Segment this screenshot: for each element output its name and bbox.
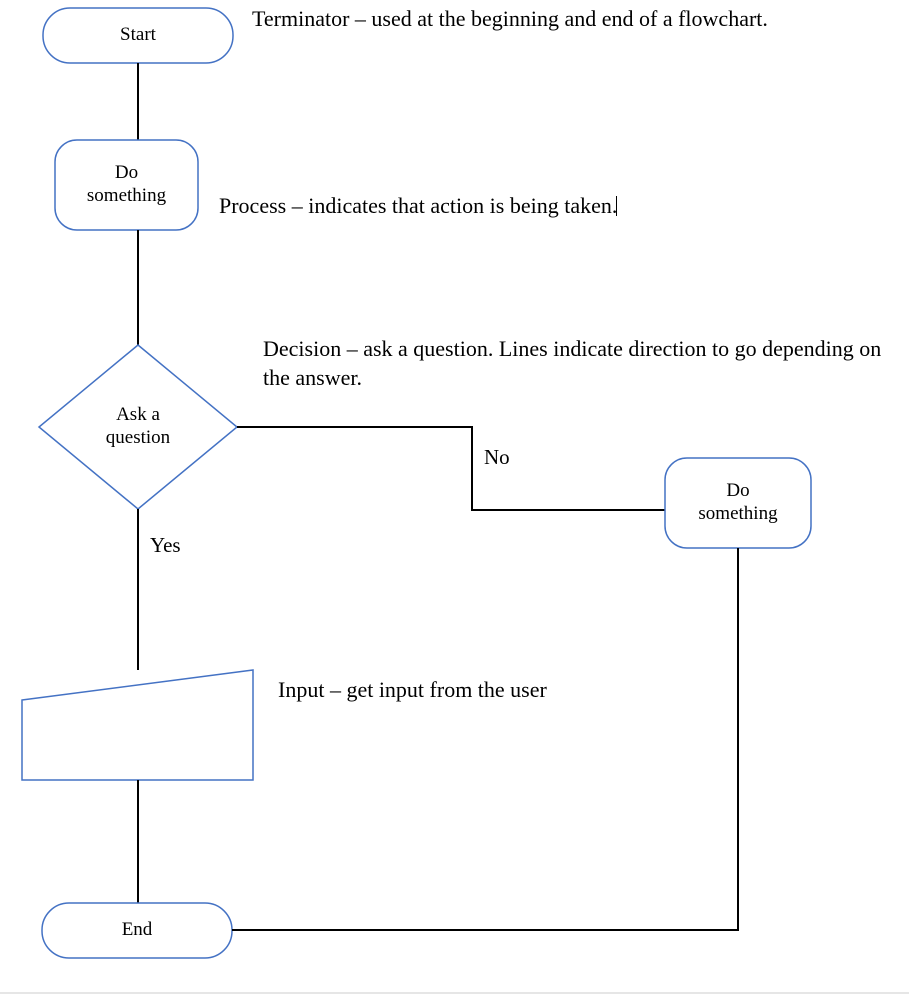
input-description: Input – get input from the user xyxy=(278,676,547,705)
text-cursor-icon xyxy=(616,196,617,216)
terminator-description: Terminator – used at the beginning and e… xyxy=(252,5,768,34)
process2-shape xyxy=(665,458,811,548)
connector-process2-end xyxy=(232,548,738,930)
edge-label-yes: Yes xyxy=(150,533,181,558)
process-description: Process – indicates that action is being… xyxy=(219,192,617,221)
end-terminator-shape xyxy=(42,903,232,958)
input-shape xyxy=(22,670,253,780)
process1-shape xyxy=(55,140,198,230)
process-description-text: Process – indicates that action is being… xyxy=(219,193,617,218)
flowchart-diagram: Start Do something Ask a question Do som… xyxy=(0,0,909,998)
decision-shape xyxy=(39,345,237,509)
flowchart-svg xyxy=(0,0,909,998)
connector-decision-no xyxy=(237,427,665,510)
edge-label-no: No xyxy=(484,445,510,470)
decision-description: Decision – ask a question. Lines indicat… xyxy=(263,335,903,392)
start-terminator-shape xyxy=(43,8,233,63)
